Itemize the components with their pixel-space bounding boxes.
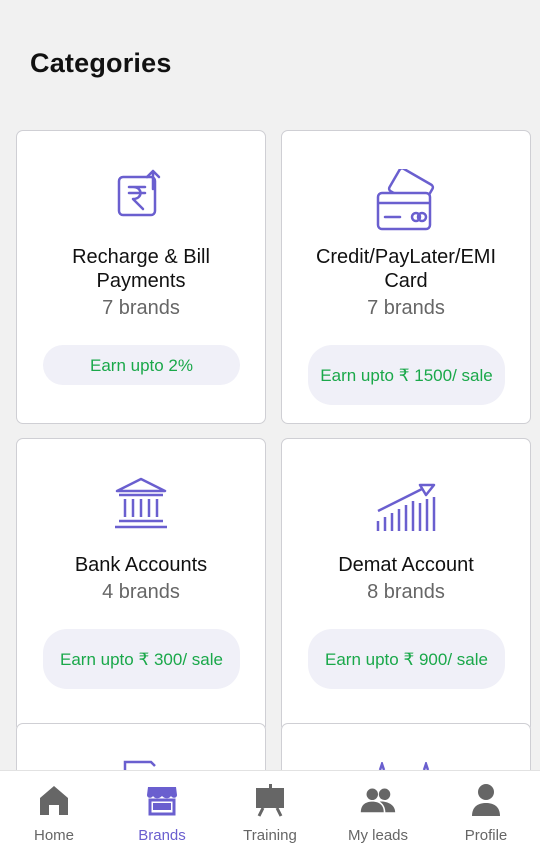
category-brand-count: 7 brands <box>102 297 180 319</box>
tab-label: Brands <box>138 827 186 844</box>
earn-badge: Earn upto ₹ 900/ sale <box>308 629 505 689</box>
rupee-receipt-icon <box>17 167 265 219</box>
credit-card-icon <box>282 169 530 233</box>
tab-home[interactable]: Home <box>0 771 108 844</box>
easel-icon <box>252 783 288 817</box>
receipt-icon <box>123 760 156 770</box>
category-name: Demat Account <box>338 554 474 576</box>
page-title: Categories <box>30 48 172 78</box>
person-icon <box>468 783 504 817</box>
category-name: Bank Accounts <box>74 554 208 576</box>
stars-icon <box>378 762 430 770</box>
store-icon <box>144 783 180 817</box>
category-card-credit[interactable]: Credit/PayLater/EMI Card 7 brands Earn u… <box>281 130 531 424</box>
tab-label: Profile <box>464 827 508 844</box>
growth-chart-icon <box>282 483 530 535</box>
tab-my-leads[interactable]: My leads <box>324 771 432 844</box>
tab-label: Home <box>33 827 74 844</box>
category-brand-count: 8 brands <box>367 581 445 603</box>
category-card-bank[interactable]: Bank Accounts 4 brands Earn upto ₹ 300/ … <box>16 438 266 732</box>
bank-icon <box>17 475 265 531</box>
category-card-recharge[interactable]: Recharge & Bill Payments 7 brands Earn u… <box>16 130 266 424</box>
earn-badge: Earn upto ₹ 300/ sale <box>43 629 240 689</box>
tab-training[interactable]: Training <box>216 771 324 844</box>
category-brand-count: 4 brands <box>102 581 180 603</box>
people-icon <box>360 783 396 817</box>
tab-label: Training <box>243 827 297 844</box>
tab-brands[interactable]: Brands <box>108 771 216 844</box>
category-brand-count: 7 brands <box>367 297 445 319</box>
earn-badge: Earn upto ₹ 1500/ sale <box>308 345 505 405</box>
category-card-demat[interactable]: Demat Account 8 brands Earn upto ₹ 900/ … <box>281 438 531 732</box>
bottom-tab-bar: Home Brands Training My leads Profile <box>0 770 540 844</box>
earn-badge: Earn upto 2% <box>43 345 240 385</box>
tab-profile[interactable]: Profile <box>432 771 540 844</box>
category-name: Recharge & Bill Payments <box>72 246 210 292</box>
home-icon <box>36 783 72 817</box>
category-name: Credit/PayLater/EMI Card <box>315 246 497 292</box>
tab-label: My leads <box>347 827 409 844</box>
